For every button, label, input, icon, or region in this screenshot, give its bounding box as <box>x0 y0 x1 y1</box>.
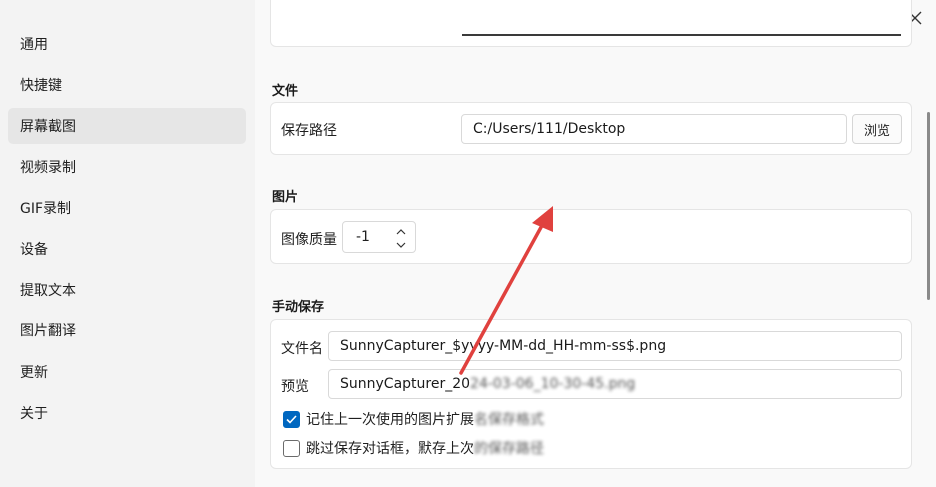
skip-dialog-checkbox[interactable] <box>283 439 300 457</box>
sidebar-item-label: 关于 <box>20 406 48 422</box>
sidebar-item-label: 设备 <box>20 242 48 258</box>
skip-dialog-obscured: 的保存路径 <box>474 441 544 457</box>
section-title-manual-save: 手动保存 <box>272 300 325 315</box>
sidebar-item-label: 快捷键 <box>20 78 62 94</box>
sidebar-item-label: 提取文本 <box>20 283 76 299</box>
sidebar-item-label: 屏幕截图 <box>20 119 76 135</box>
sidebar-item-screenshot[interactable]: 屏幕截图 <box>8 108 246 144</box>
remember-extension-obscured: 名保存格式 <box>474 412 544 428</box>
sidebar-item-label: 更新 <box>20 365 48 381</box>
browse-button[interactable]: 浏览 <box>852 114 902 144</box>
save-path-input[interactable]: C:/Users/111/Desktop <box>461 114 847 144</box>
sidebar-item-label: 视频录制 <box>20 160 76 176</box>
settings-window: 通用 快捷键 屏幕截图 视频录制 GIF录制 设备 提取文本 图片翻译 更新 关… <box>0 0 936 487</box>
sidebar-item-about[interactable]: 关于 <box>8 395 246 431</box>
chevron-up-icon <box>396 228 406 234</box>
previous-section-card <box>270 0 912 47</box>
filename-input-value: SunnyCapturer_$yyyy-MM-dd_HH-mm-ss$.png <box>340 338 667 354</box>
image-quality-stepper[interactable]: -1 <box>342 221 416 253</box>
image-quality-label: 图像质量 <box>281 232 337 248</box>
remember-extension-checkbox[interactable] <box>283 410 300 428</box>
sidebar-item-label: 图片翻译 <box>20 323 76 339</box>
sidebar-item-video-record[interactable]: 视频录制 <box>8 149 246 185</box>
section-title-image: 图片 <box>272 190 299 205</box>
sidebar-item-label: GIF录制 <box>20 201 72 217</box>
preview-label: 预览 <box>281 379 309 395</box>
sidebar: 通用 快捷键 屏幕截图 视频录制 GIF录制 设备 提取文本 图片翻译 更新 关… <box>0 0 255 487</box>
stepper-up-button[interactable] <box>391 225 411 238</box>
chevron-down-icon <box>396 242 406 248</box>
save-path-label: 保存路径 <box>281 123 337 139</box>
sidebar-item-image-translate[interactable]: 图片翻译 <box>8 312 246 348</box>
check-icon <box>286 414 297 424</box>
filename-input[interactable]: SunnyCapturer_$yyyy-MM-dd_HH-mm-ss$.png <box>328 331 902 361</box>
sidebar-item-update[interactable]: 更新 <box>8 354 246 390</box>
preview-value: SunnyCapturer_20 <box>340 376 471 392</box>
sidebar-item-label: 通用 <box>20 37 48 53</box>
image-quality-value: -1 <box>356 229 370 245</box>
stepper-down-button[interactable] <box>391 238 411 251</box>
remember-extension-row[interactable]: 记住上一次使用的图片扩展 名保存格式 <box>283 409 544 429</box>
section-title-file: 文件 <box>272 84 299 99</box>
sidebar-item-general[interactable]: 通用 <box>8 26 246 62</box>
skip-dialog-row[interactable]: 跳过保存对话框，默存上次 的保存路径 <box>283 438 544 458</box>
sidebar-item-gif-record[interactable]: GIF录制 <box>8 190 246 226</box>
sidebar-item-extract-text[interactable]: 提取文本 <box>8 272 246 308</box>
preview-value-obscured: 24-03-06_10-30-45.png <box>470 376 636 392</box>
scrollbar-thumb[interactable] <box>927 112 930 300</box>
preview-input: SunnyCapturer_20 24-03-06_10-30-45.png <box>328 369 902 399</box>
remember-extension-label: 记住上一次使用的图片扩展 <box>306 412 474 428</box>
filename-label: 文件名 <box>281 341 323 357</box>
previous-input-underline <box>462 34 901 36</box>
skip-dialog-label: 跳过保存对话框，默存上次 <box>306 441 474 457</box>
sidebar-item-shortcuts[interactable]: 快捷键 <box>8 67 246 103</box>
sidebar-item-devices[interactable]: 设备 <box>8 231 246 267</box>
